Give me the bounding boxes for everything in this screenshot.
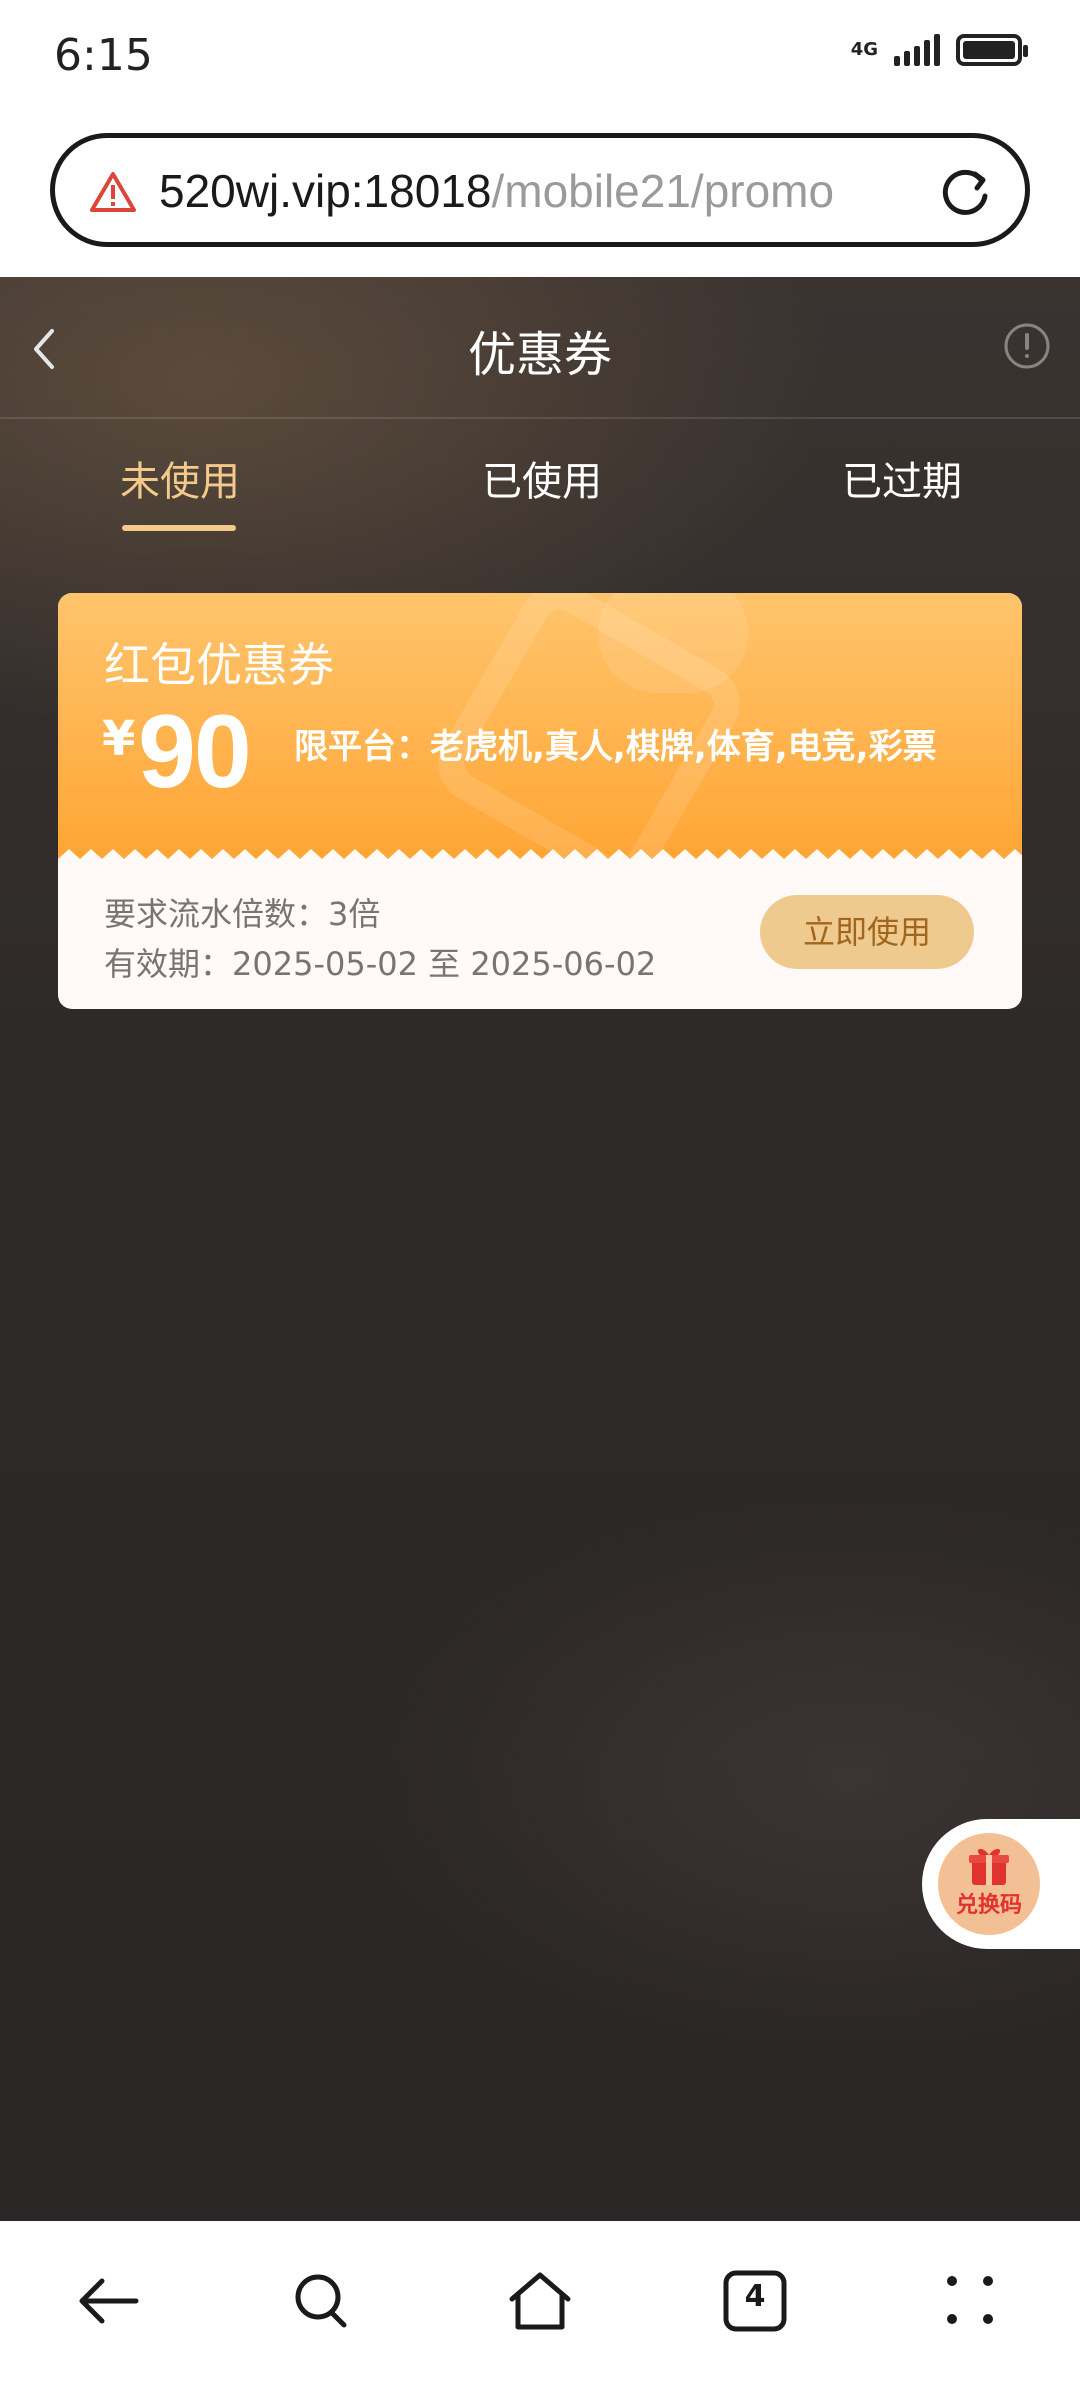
active-tab-indicator bbox=[122, 525, 236, 531]
coupon-currency: ¥ bbox=[102, 711, 136, 767]
tab-used[interactable]: 已使用 bbox=[482, 449, 602, 507]
tab-unused[interactable]: 未使用 bbox=[120, 449, 240, 507]
search-icon[interactable] bbox=[288, 2269, 356, 2333]
url-path: /mobile21/promo bbox=[491, 165, 835, 217]
gift-icon bbox=[969, 1848, 1009, 1885]
tab-count: 4 bbox=[744, 2279, 766, 2314]
url-host: 520wj.vip:18018 bbox=[159, 165, 492, 217]
url-text[interactable]: 520wj.vip:18018/mobile21/promo bbox=[159, 164, 949, 218]
coupon-title: 红包优惠券 bbox=[104, 638, 334, 692]
use-now-button[interactable]: 立即使用 bbox=[760, 895, 974, 969]
warning-icon[interactable] bbox=[89, 170, 137, 214]
coupon-tabs: 未使用 已使用 已过期 bbox=[0, 417, 1080, 537]
coupon-wave-edge bbox=[58, 849, 1022, 867]
signal-icon bbox=[894, 34, 940, 66]
redeem-label: 兑换码 bbox=[955, 1893, 1022, 1918]
battery-icon bbox=[956, 34, 1028, 66]
reload-icon[interactable] bbox=[937, 166, 993, 222]
menu-icon[interactable] bbox=[938, 2269, 1002, 2333]
status-icons: 4G bbox=[850, 34, 1028, 66]
redeem-badge: 兑换码 bbox=[938, 1833, 1040, 1935]
info-icon[interactable] bbox=[1002, 321, 1052, 371]
status-time: 6:15 bbox=[54, 30, 153, 81]
browser-bottom-nav: 4 bbox=[0, 2221, 1080, 2388]
coupon-platforms: 限平台：老虎机,真人,棋牌,体育,电竞,彩票 bbox=[294, 727, 937, 767]
tab-expired[interactable]: 已过期 bbox=[842, 449, 962, 507]
page-title: 优惠券 bbox=[467, 327, 612, 383]
coupon-header: 红包优惠券 ¥ 90 限平台：老虎机,真人,棋牌,体育,电竞,彩票 bbox=[58, 593, 1022, 900]
coupon-page: 优惠券 未使用 已使用 已过期 红包优惠券 ¥ 90 限平台：老虎机,真人,棋牌… bbox=[0, 277, 1080, 2221]
coupon-card: 红包优惠券 ¥ 90 限平台：老虎机,真人,棋牌,体育,电竞,彩票 要求流水倍数… bbox=[58, 593, 1022, 1009]
coupon-validity: 有效期：2025-05-02 至 2025-06-02 bbox=[104, 945, 657, 983]
status-bar: 6:15 4G bbox=[0, 0, 1080, 115]
redeem-code-button[interactable]: 兑换码 bbox=[922, 1819, 1080, 1949]
coupon-amount: 90 bbox=[138, 694, 252, 810]
address-bar[interactable]: 520wj.vip:18018/mobile21/promo bbox=[50, 133, 1030, 247]
coupon-requirement: 要求流水倍数：3倍 bbox=[104, 895, 381, 933]
tabs-button[interactable]: 4 bbox=[722, 2269, 788, 2333]
back-icon[interactable] bbox=[74, 2269, 142, 2333]
home-icon[interactable] bbox=[504, 2269, 576, 2333]
browser-toolbar: 520wj.vip:18018/mobile21/promo bbox=[0, 115, 1080, 277]
network-type: 4G bbox=[850, 39, 878, 60]
page-header: 优惠券 bbox=[0, 277, 1080, 419]
